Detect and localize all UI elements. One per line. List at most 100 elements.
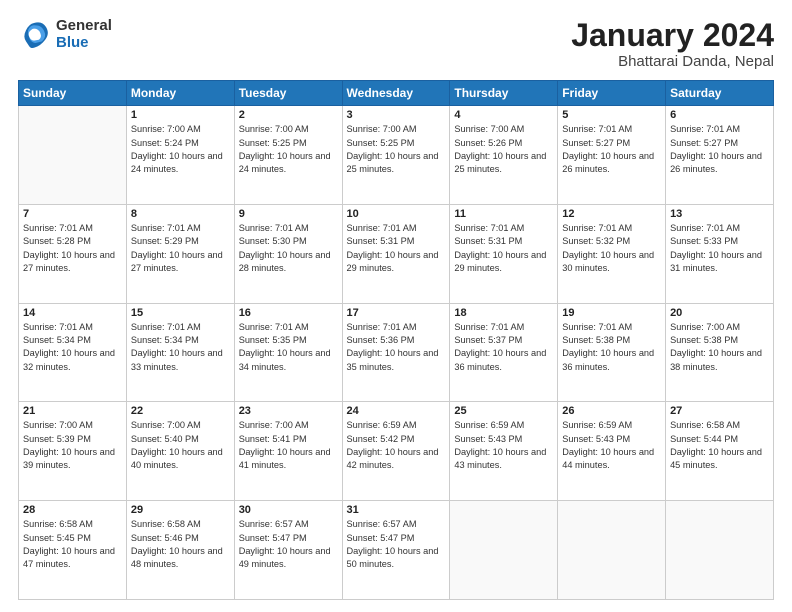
calendar-day-cell: 25 Sunrise: 6:59 AM Sunset: 5:43 PM Dayl…: [450, 402, 558, 501]
day-detail: Sunrise: 7:01 AM Sunset: 5:31 PM Dayligh…: [347, 222, 446, 275]
day-number: 20: [670, 307, 769, 319]
calendar-day-cell: [450, 501, 558, 600]
calendar-day-cell: 5 Sunrise: 7:01 AM Sunset: 5:27 PM Dayli…: [558, 106, 666, 205]
day-number: 27: [670, 405, 769, 417]
day-number: 22: [131, 405, 230, 417]
day-detail: Sunrise: 6:57 AM Sunset: 5:47 PM Dayligh…: [239, 518, 338, 571]
day-number: 11: [454, 208, 553, 220]
calendar-location: Bhattarai Danda, Nepal: [571, 53, 774, 70]
day-number: 18: [454, 307, 553, 319]
title-block: January 2024 Bhattarai Danda, Nepal: [571, 18, 774, 70]
calendar-day-cell: [666, 501, 774, 600]
calendar-day-cell: 7 Sunrise: 7:01 AM Sunset: 5:28 PM Dayli…: [19, 204, 127, 303]
day-detail: Sunrise: 7:01 AM Sunset: 5:28 PM Dayligh…: [23, 222, 122, 275]
day-number: 1: [131, 109, 230, 121]
calendar-week-row: 28 Sunrise: 6:58 AM Sunset: 5:45 PM Dayl…: [19, 501, 774, 600]
day-detail: Sunrise: 7:00 AM Sunset: 5:24 PM Dayligh…: [131, 123, 230, 176]
day-number: 10: [347, 208, 446, 220]
calendar-week-row: 14 Sunrise: 7:01 AM Sunset: 5:34 PM Dayl…: [19, 303, 774, 402]
calendar-day-cell: 26 Sunrise: 6:59 AM Sunset: 5:43 PM Dayl…: [558, 402, 666, 501]
day-number: 21: [23, 405, 122, 417]
day-number: 17: [347, 307, 446, 319]
day-detail: Sunrise: 6:58 AM Sunset: 5:45 PM Dayligh…: [23, 518, 122, 571]
day-of-week-header: Thursday: [450, 81, 558, 106]
calendar-day-cell: 17 Sunrise: 7:01 AM Sunset: 5:36 PM Dayl…: [342, 303, 450, 402]
calendar-day-cell: 27 Sunrise: 6:58 AM Sunset: 5:44 PM Dayl…: [666, 402, 774, 501]
logo-general-text: General: [56, 18, 112, 35]
day-number: 3: [347, 109, 446, 121]
calendar-day-cell: 24 Sunrise: 6:59 AM Sunset: 5:42 PM Dayl…: [342, 402, 450, 501]
calendar-day-cell: 9 Sunrise: 7:01 AM Sunset: 5:30 PM Dayli…: [234, 204, 342, 303]
calendar-day-cell: 16 Sunrise: 7:01 AM Sunset: 5:35 PM Dayl…: [234, 303, 342, 402]
calendar-day-cell: 18 Sunrise: 7:01 AM Sunset: 5:37 PM Dayl…: [450, 303, 558, 402]
day-detail: Sunrise: 7:00 AM Sunset: 5:38 PM Dayligh…: [670, 321, 769, 374]
day-detail: Sunrise: 7:01 AM Sunset: 5:38 PM Dayligh…: [562, 321, 661, 374]
day-detail: Sunrise: 7:00 AM Sunset: 5:39 PM Dayligh…: [23, 419, 122, 472]
day-number: 7: [23, 208, 122, 220]
calendar-day-cell: 1 Sunrise: 7:00 AM Sunset: 5:24 PM Dayli…: [126, 106, 234, 205]
day-detail: Sunrise: 6:59 AM Sunset: 5:43 PM Dayligh…: [454, 419, 553, 472]
day-number: 28: [23, 504, 122, 516]
calendar-week-row: 1 Sunrise: 7:00 AM Sunset: 5:24 PM Dayli…: [19, 106, 774, 205]
day-detail: Sunrise: 7:01 AM Sunset: 5:34 PM Dayligh…: [23, 321, 122, 374]
day-detail: Sunrise: 7:00 AM Sunset: 5:40 PM Dayligh…: [131, 419, 230, 472]
calendar-header-row: SundayMondayTuesdayWednesdayThursdayFrid…: [19, 81, 774, 106]
day-number: 12: [562, 208, 661, 220]
day-number: 8: [131, 208, 230, 220]
day-of-week-header: Wednesday: [342, 81, 450, 106]
day-number: 19: [562, 307, 661, 319]
calendar-table: SundayMondayTuesdayWednesdayThursdayFrid…: [18, 80, 774, 600]
day-detail: Sunrise: 7:01 AM Sunset: 5:32 PM Dayligh…: [562, 222, 661, 275]
calendar-day-cell: 31 Sunrise: 6:57 AM Sunset: 5:47 PM Dayl…: [342, 501, 450, 600]
day-of-week-header: Sunday: [19, 81, 127, 106]
logo-text: General Blue: [56, 18, 112, 51]
calendar-day-cell: 8 Sunrise: 7:01 AM Sunset: 5:29 PM Dayli…: [126, 204, 234, 303]
day-detail: Sunrise: 7:01 AM Sunset: 5:31 PM Dayligh…: [454, 222, 553, 275]
logo-icon: [18, 19, 50, 51]
day-of-week-header: Monday: [126, 81, 234, 106]
day-detail: Sunrise: 7:01 AM Sunset: 5:37 PM Dayligh…: [454, 321, 553, 374]
day-number: 29: [131, 504, 230, 516]
logo-blue-text: Blue: [56, 35, 112, 52]
day-number: 16: [239, 307, 338, 319]
day-number: 5: [562, 109, 661, 121]
calendar-day-cell: 3 Sunrise: 7:00 AM Sunset: 5:25 PM Dayli…: [342, 106, 450, 205]
calendar-day-cell: 4 Sunrise: 7:00 AM Sunset: 5:26 PM Dayli…: [450, 106, 558, 205]
day-of-week-header: Friday: [558, 81, 666, 106]
day-number: 26: [562, 405, 661, 417]
calendar-day-cell: 19 Sunrise: 7:01 AM Sunset: 5:38 PM Dayl…: [558, 303, 666, 402]
logo: General Blue: [18, 18, 112, 51]
day-detail: Sunrise: 7:01 AM Sunset: 5:29 PM Dayligh…: [131, 222, 230, 275]
calendar-day-cell: 12 Sunrise: 7:01 AM Sunset: 5:32 PM Dayl…: [558, 204, 666, 303]
day-detail: Sunrise: 7:00 AM Sunset: 5:41 PM Dayligh…: [239, 419, 338, 472]
day-number: 9: [239, 208, 338, 220]
day-number: 24: [347, 405, 446, 417]
day-detail: Sunrise: 7:01 AM Sunset: 5:27 PM Dayligh…: [562, 123, 661, 176]
calendar-day-cell: 13 Sunrise: 7:01 AM Sunset: 5:33 PM Dayl…: [666, 204, 774, 303]
page: General Blue January 2024 Bhattarai Dand…: [0, 0, 792, 612]
day-number: 4: [454, 109, 553, 121]
header: General Blue January 2024 Bhattarai Dand…: [18, 18, 774, 70]
calendar-day-cell: 20 Sunrise: 7:00 AM Sunset: 5:38 PM Dayl…: [666, 303, 774, 402]
day-number: 6: [670, 109, 769, 121]
day-detail: Sunrise: 7:01 AM Sunset: 5:36 PM Dayligh…: [347, 321, 446, 374]
calendar-day-cell: 14 Sunrise: 7:01 AM Sunset: 5:34 PM Dayl…: [19, 303, 127, 402]
calendar-day-cell: 22 Sunrise: 7:00 AM Sunset: 5:40 PM Dayl…: [126, 402, 234, 501]
calendar-day-cell: 23 Sunrise: 7:00 AM Sunset: 5:41 PM Dayl…: [234, 402, 342, 501]
day-detail: Sunrise: 6:59 AM Sunset: 5:43 PM Dayligh…: [562, 419, 661, 472]
calendar-day-cell: 21 Sunrise: 7:00 AM Sunset: 5:39 PM Dayl…: [19, 402, 127, 501]
day-detail: Sunrise: 6:57 AM Sunset: 5:47 PM Dayligh…: [347, 518, 446, 571]
day-detail: Sunrise: 7:01 AM Sunset: 5:27 PM Dayligh…: [670, 123, 769, 176]
calendar-day-cell: 28 Sunrise: 6:58 AM Sunset: 5:45 PM Dayl…: [19, 501, 127, 600]
calendar-day-cell: 15 Sunrise: 7:01 AM Sunset: 5:34 PM Dayl…: [126, 303, 234, 402]
day-number: 13: [670, 208, 769, 220]
day-detail: Sunrise: 6:59 AM Sunset: 5:42 PM Dayligh…: [347, 419, 446, 472]
day-detail: Sunrise: 6:58 AM Sunset: 5:44 PM Dayligh…: [670, 419, 769, 472]
day-number: 31: [347, 504, 446, 516]
calendar-day-cell: 11 Sunrise: 7:01 AM Sunset: 5:31 PM Dayl…: [450, 204, 558, 303]
day-detail: Sunrise: 7:01 AM Sunset: 5:35 PM Dayligh…: [239, 321, 338, 374]
calendar-day-cell: [19, 106, 127, 205]
day-number: 15: [131, 307, 230, 319]
day-detail: Sunrise: 7:00 AM Sunset: 5:25 PM Dayligh…: [347, 123, 446, 176]
day-number: 30: [239, 504, 338, 516]
